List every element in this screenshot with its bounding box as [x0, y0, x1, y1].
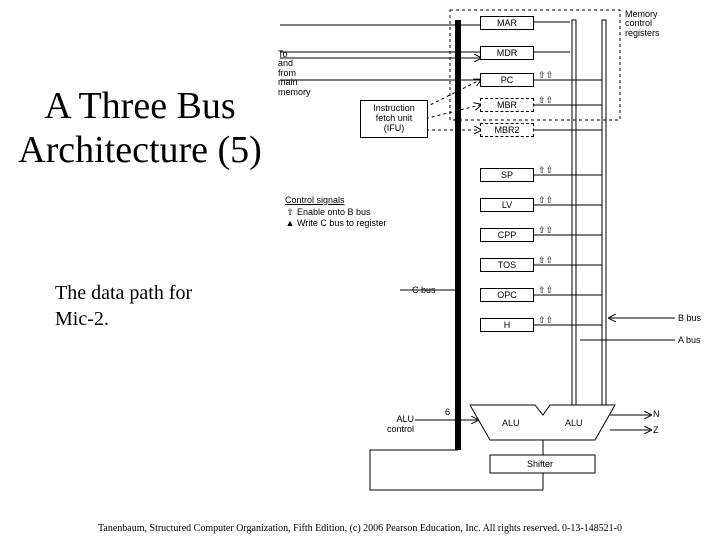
- mm-l5: memory: [278, 87, 311, 97]
- reg-h: H: [480, 318, 534, 332]
- svg-text:6: 6: [445, 407, 450, 417]
- memory-control-registers-label: Memory control registers: [625, 10, 660, 38]
- reg-mbr: MBR: [480, 98, 534, 112]
- reg-tos: TOS: [480, 258, 534, 272]
- svg-text:⇧⇧: ⇧⇧: [538, 255, 553, 265]
- subtitle-line-1: The data path for: [55, 282, 192, 304]
- page-title: A Three Bus Architecture (5): [10, 85, 270, 172]
- svg-text:⇧⇧: ⇧⇧: [538, 225, 553, 235]
- reg-mdr: MDR: [480, 46, 534, 60]
- legend-title: Control signals: [285, 195, 415, 207]
- reg-opc: OPC: [480, 288, 534, 302]
- up-arrow-solid-icon: ▲: [285, 218, 295, 230]
- reg-sp: SP: [480, 168, 534, 182]
- b-bus-label: B bus: [678, 313, 701, 323]
- ifu-l1: Instruction: [373, 103, 415, 113]
- reg-pc: PC: [480, 73, 534, 87]
- datapath-diagram: 6 ⇧⇧ ⇧⇧ ⇧⇧ ⇧⇧: [280, 0, 720, 500]
- main-memory-label: To and from main memory: [278, 50, 311, 97]
- reg-lv: LV: [480, 198, 534, 212]
- ifu-l2: fetch unit: [376, 113, 413, 123]
- alu-control-label: ALU control: [380, 414, 414, 434]
- copyright-footer: Tanenbaum, Structured Computer Organizat…: [0, 523, 720, 534]
- alu-label-right: ALU: [565, 418, 583, 428]
- svg-text:⇧⇧: ⇧⇧: [538, 70, 553, 80]
- reg-cpp: CPP: [480, 228, 534, 242]
- svg-text:⇧⇧: ⇧⇧: [538, 165, 553, 175]
- legend-write: Write C bus to register: [297, 218, 386, 228]
- page-subtitle: The data path for Mic-2.: [55, 280, 192, 332]
- svg-text:⇧⇧: ⇧⇧: [538, 95, 553, 105]
- a-bus-label: A bus: [678, 335, 701, 345]
- control-signals-legend: Control signals ⇧Enable onto B bus ▲Writ…: [285, 195, 415, 230]
- ifu-box: Instruction fetch unit (IFU): [360, 100, 428, 138]
- alu-flag-n: N: [653, 409, 660, 419]
- ifu-l3: (IFU): [384, 123, 405, 133]
- c-bus-label: C bus: [412, 285, 436, 295]
- alu-label-left: ALU: [502, 418, 520, 428]
- mcr-l3: registers: [625, 28, 660, 38]
- reg-mar: MAR: [480, 16, 534, 30]
- svg-text:⇧⇧: ⇧⇧: [538, 315, 553, 325]
- svg-text:⇧⇧: ⇧⇧: [538, 195, 553, 205]
- reg-mbr2: MBR2: [480, 123, 534, 137]
- up-arrow-open-icon: ⇧: [285, 207, 295, 219]
- subtitle-line-2: Mic-2.: [55, 308, 109, 330]
- svg-text:⇧⇧: ⇧⇧: [538, 285, 553, 295]
- legend-enable: Enable onto B bus: [297, 207, 371, 217]
- shifter-label: Shifter: [527, 459, 553, 469]
- alu-flag-z: Z: [653, 425, 659, 435]
